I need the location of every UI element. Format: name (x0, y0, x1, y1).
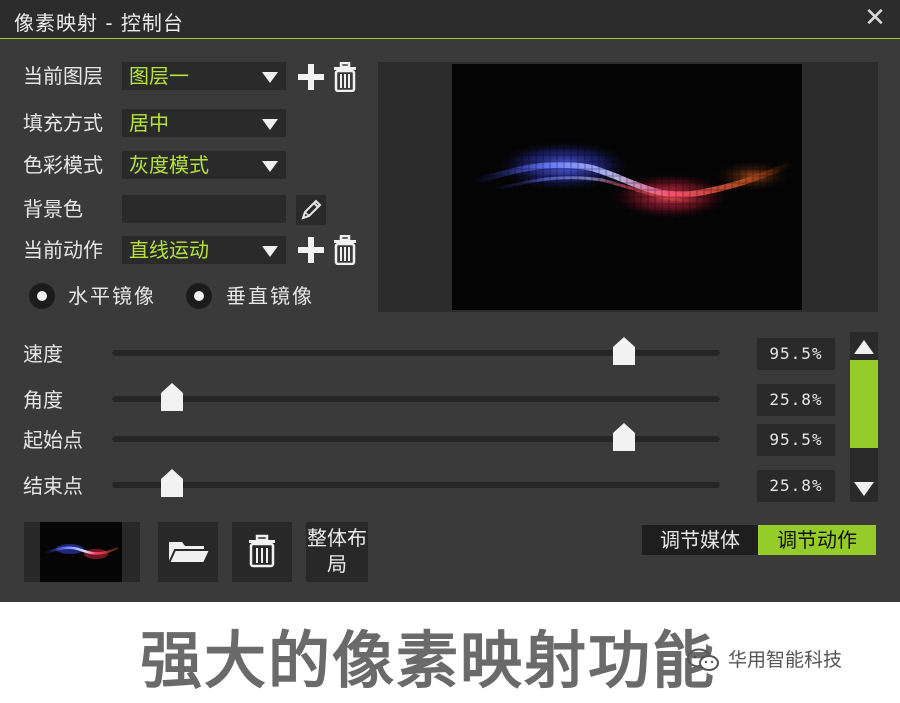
add-action-plus-icon[interactable] (298, 237, 324, 263)
wechat-icon (687, 648, 719, 671)
speed-value[interactable]: 95.5% (757, 338, 835, 370)
feature-caption: 强大的像素映射功能 (140, 624, 717, 697)
tab-adjust-media[interactable]: 调节媒体 (642, 525, 758, 555)
delete-action-trash-icon[interactable] (333, 235, 357, 265)
vertical-mirror-label: 垂直镜像 (226, 284, 314, 308)
start-point-slider-thumb[interactable] (612, 422, 636, 452)
media-thumbnail-button[interactable] (24, 522, 140, 582)
color-mode-value: 灰度模式 (129, 153, 209, 177)
angle-slider-track[interactable] (112, 396, 720, 402)
layer-dropdown[interactable]: 图层一 (122, 62, 286, 90)
pencil-icon[interactable] (296, 195, 326, 225)
close-icon[interactable]: ✕ (862, 4, 888, 32)
scrollbar-thumb[interactable] (850, 360, 878, 448)
end-point-label: 结束点 (23, 474, 83, 498)
horizontal-mirror-radio[interactable] (29, 283, 55, 309)
title-bar: 像素映射 - 控制台 ✕ (0, 0, 900, 39)
watermark-text: 华用智能科技 (728, 649, 843, 671)
angle-value[interactable]: 25.8% (757, 384, 835, 416)
vertical-mirror-radio[interactable] (186, 283, 212, 309)
layer-value: 图层一 (129, 64, 189, 88)
chevron-down-icon (262, 119, 278, 130)
background-color-field[interactable] (122, 195, 286, 223)
chevron-down-icon (262, 246, 278, 257)
angle-label: 角度 (23, 388, 63, 412)
tab-adjust-action[interactable]: 调节动作 (758, 525, 876, 555)
angle-slider-thumb[interactable] (160, 382, 184, 412)
fill-dropdown[interactable]: 居中 (122, 109, 286, 137)
end-point-slider-thumb[interactable] (160, 468, 184, 498)
open-folder-button[interactable] (158, 522, 218, 582)
action-value: 直线运动 (129, 238, 209, 262)
fill-label: 填充方式 (23, 111, 103, 135)
vertical-scrollbar[interactable] (850, 332, 878, 502)
delete-layer-trash-icon[interactable] (333, 62, 357, 92)
chevron-down-icon (262, 161, 278, 172)
trash-icon (249, 534, 275, 568)
layer-label: 当前图层 (23, 64, 103, 88)
chevron-down-icon[interactable] (854, 482, 874, 496)
color-mode-label: 色彩模式 (23, 153, 103, 177)
horizontal-mirror-label: 水平镜像 (68, 284, 156, 308)
action-dropdown[interactable]: 直线运动 (122, 236, 286, 264)
start-point-value[interactable]: 95.5% (757, 424, 835, 456)
delete-media-button[interactable] (232, 522, 292, 582)
window-title: 像素映射 - 控制台 (14, 11, 184, 35)
end-point-slider-track[interactable] (112, 482, 720, 488)
action-label: 当前动作 (23, 238, 103, 262)
speed-slider-thumb[interactable] (612, 336, 636, 366)
folder-icon (167, 542, 212, 564)
end-point-value[interactable]: 25.8% (757, 470, 835, 502)
fill-value: 居中 (129, 111, 169, 135)
add-layer-plus-icon[interactable] (298, 64, 324, 90)
pixel-mapping-console: 像素映射 - 控制台 ✕ 当前图层 图层一 填充方式 居中 色彩模式 灰度模式 … (0, 0, 900, 602)
chevron-up-icon[interactable] (854, 340, 874, 354)
preview-canvas (452, 64, 802, 310)
wechat-watermark: 华用智能科技 (686, 646, 876, 674)
color-mode-dropdown[interactable]: 灰度模式 (122, 151, 286, 179)
overall-layout-button[interactable]: 整体布局 (306, 522, 368, 582)
chevron-down-icon (262, 72, 278, 83)
speed-label: 速度 (23, 342, 63, 366)
background-color-label: 背景色 (23, 197, 83, 221)
start-point-label: 起始点 (23, 428, 83, 452)
media-thumbnail (40, 522, 122, 582)
